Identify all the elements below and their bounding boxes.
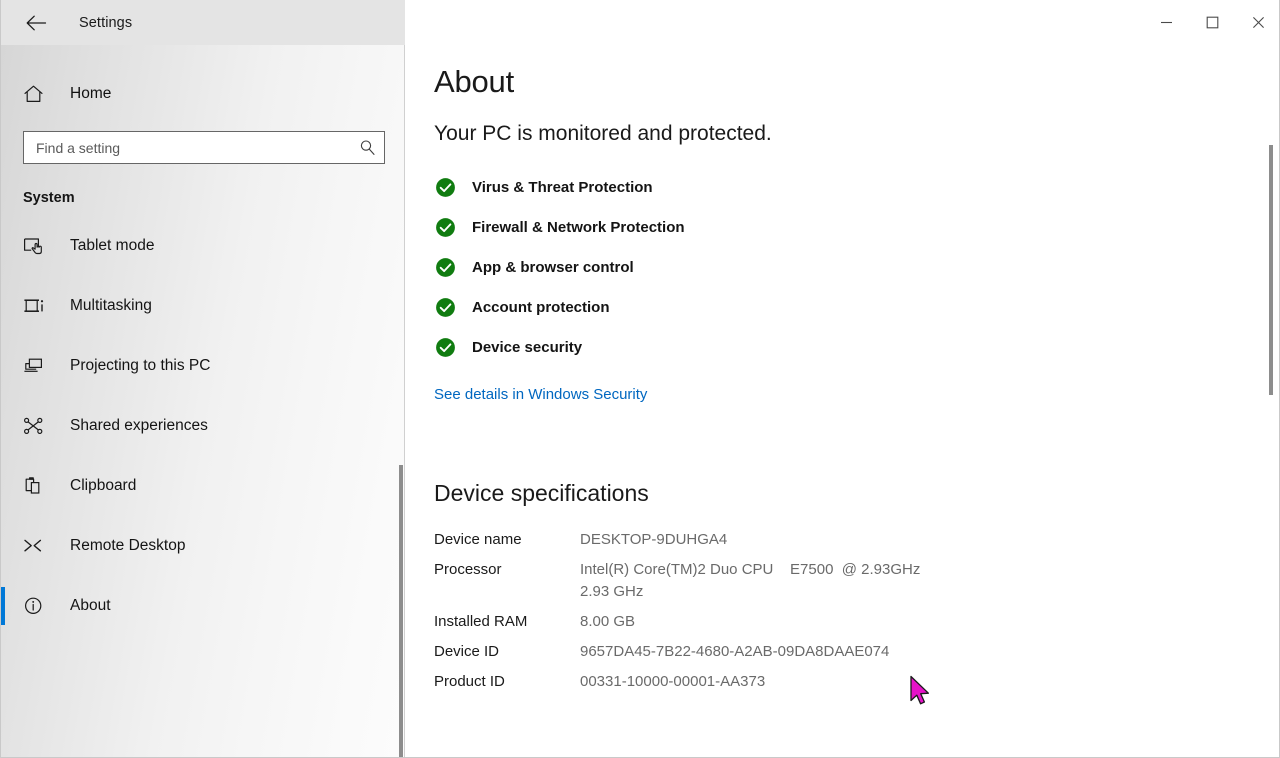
spec-row: Product ID 00331-10000-00001-AA373 bbox=[434, 671, 920, 701]
check-circle-icon bbox=[434, 336, 456, 358]
spec-row: Device ID 9657DA45-7B22-4680-A2AB-09DA8D… bbox=[434, 641, 920, 671]
security-status-row: Firewall & Network Protection bbox=[405, 207, 1279, 247]
spec-value: 9657DA45-7B22-4680-A2AB-09DA8DAAE074 bbox=[580, 643, 890, 661]
page-title: About bbox=[434, 64, 515, 99]
sidebar-item-home[interactable]: Home bbox=[1, 71, 405, 117]
title-bar-left-region: Settings bbox=[1, 0, 405, 45]
sidebar-scrollbar-thumb[interactable] bbox=[399, 465, 403, 757]
maximize-button[interactable] bbox=[1189, 0, 1235, 45]
clipboard-icon bbox=[23, 476, 53, 496]
check-circle-icon bbox=[434, 176, 456, 198]
sidebar-item-multitasking[interactable]: Multitasking bbox=[1, 276, 405, 336]
sidebar-item-shared-experiences[interactable]: Shared experiences bbox=[1, 396, 405, 456]
sidebar-item-label: Projecting to this PC bbox=[70, 357, 211, 374]
security-status-label: App & browser control bbox=[472, 258, 634, 276]
search-input[interactable] bbox=[24, 139, 350, 156]
security-status-label: Firewall & Network Protection bbox=[472, 218, 685, 236]
remote-desktop-icon bbox=[23, 536, 53, 556]
check-circle-icon bbox=[434, 296, 456, 318]
spec-row: Processor Intel(R) Core(TM)2 Duo CPU E75… bbox=[434, 559, 920, 611]
check-circle-icon bbox=[434, 256, 456, 278]
shared-experiences-icon bbox=[23, 416, 53, 436]
spec-key: Installed RAM bbox=[434, 612, 528, 630]
maximize-icon bbox=[1206, 16, 1218, 29]
info-icon bbox=[23, 596, 53, 616]
search-icon[interactable] bbox=[350, 132, 384, 163]
spec-key: Device ID bbox=[434, 643, 500, 661]
sidebar-item-home-label: Home bbox=[70, 85, 112, 102]
security-status-label: Device security bbox=[472, 338, 583, 356]
windows-security-link[interactable]: See details in Windows Security bbox=[434, 386, 647, 403]
security-status-row: Device security bbox=[405, 327, 1279, 367]
sidebar-item-label: Clipboard bbox=[70, 477, 137, 494]
spec-value: Intel(R) Core(TM)2 Duo CPU E7500 @ 2.93G… bbox=[580, 561, 921, 600]
spec-key: Processor bbox=[434, 561, 502, 579]
security-status-row: Account protection bbox=[405, 287, 1279, 327]
protection-headline: Your PC is monitored and protected. bbox=[434, 122, 772, 145]
minimize-icon bbox=[1160, 21, 1172, 24]
tablet-mode-icon bbox=[23, 236, 53, 256]
security-status-list: Virus & Threat Protection Firewall & Net… bbox=[405, 167, 1279, 367]
sidebar-item-label: Multitasking bbox=[70, 297, 152, 314]
spec-key: Device name bbox=[434, 531, 522, 548]
security-status-row: Virus & Threat Protection bbox=[405, 167, 1279, 207]
sidebar-item-tablet-mode[interactable]: Tablet mode bbox=[1, 216, 405, 276]
projecting-icon bbox=[23, 356, 53, 376]
spec-key: Product ID bbox=[434, 673, 505, 691]
spec-row: Device name DESKTOP-9DUHGA4 bbox=[434, 529, 920, 559]
close-icon bbox=[1252, 17, 1264, 28]
close-button[interactable] bbox=[1235, 0, 1279, 45]
window-controls bbox=[1143, 0, 1279, 45]
sidebar-item-label: Shared experiences bbox=[70, 417, 208, 434]
settings-window: Settings Home Find a setting System Tabl… bbox=[0, 0, 1280, 758]
spec-value: 00331-10000-00001-AA373 bbox=[580, 673, 766, 691]
sidebar-item-about[interactable]: About bbox=[1, 576, 405, 636]
sidebar-scrollbar[interactable] bbox=[397, 45, 405, 757]
content-scrollbar[interactable] bbox=[1264, 45, 1278, 757]
spec-value: DESKTOP-9DUHGA4 bbox=[580, 531, 728, 548]
sidebar-item-label: Tablet mode bbox=[70, 237, 155, 254]
device-specifications-title: Device specifications bbox=[434, 480, 649, 506]
sidebar-group-label: System bbox=[23, 190, 75, 206]
back-button[interactable] bbox=[13, 3, 59, 43]
security-status-label: Account protection bbox=[472, 298, 610, 316]
window-title: Settings bbox=[79, 14, 133, 31]
search-box[interactable] bbox=[23, 131, 385, 164]
home-icon bbox=[23, 84, 53, 104]
multitasking-icon bbox=[23, 296, 53, 316]
sidebar-item-clipboard[interactable]: Clipboard bbox=[1, 456, 405, 516]
security-status-label: Virus & Threat Protection bbox=[472, 178, 653, 196]
back-arrow-icon bbox=[26, 15, 47, 30]
content-scrollbar-thumb[interactable] bbox=[1269, 145, 1273, 395]
security-status-row: App & browser control bbox=[405, 247, 1279, 287]
sidebar-nav-list: Tablet mode Multitasking Projecting to t… bbox=[1, 216, 405, 636]
sidebar-item-projecting-to-this-pc[interactable]: Projecting to this PC bbox=[1, 336, 405, 396]
sidebar-item-remote-desktop[interactable]: Remote Desktop bbox=[1, 516, 405, 576]
title-bar: Settings bbox=[1, 0, 1279, 45]
sidebar-item-label: About bbox=[70, 597, 111, 614]
minimize-button[interactable] bbox=[1143, 0, 1189, 45]
spec-value: 8.00 GB bbox=[580, 612, 636, 630]
spec-row: Installed RAM 8.00 GB bbox=[434, 611, 920, 641]
sidebar-item-label: Remote Desktop bbox=[70, 537, 186, 554]
check-circle-icon bbox=[434, 216, 456, 238]
sidebar: Home System Table bbox=[1, 45, 405, 757]
main-content: About Your PC is monitored and protected… bbox=[405, 45, 1279, 757]
device-specifications-table: Device name DESKTOP-9DUHGA4 Processor In… bbox=[434, 529, 920, 702]
